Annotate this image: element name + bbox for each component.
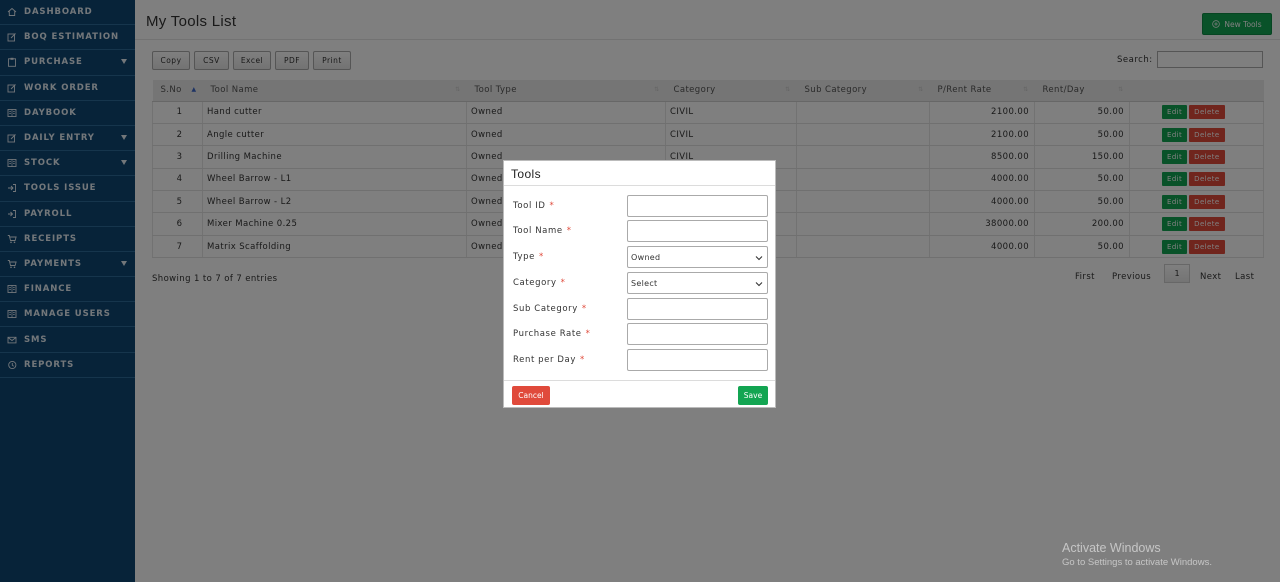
rent-per-day-label: Rent per Day * [513,355,585,365]
required-mark: * [538,252,544,262]
type-select[interactable]: Owned [627,246,768,268]
required-mark: * [566,226,572,236]
activate-windows-watermark: Activate Windows Go to Settings to activ… [1062,541,1212,568]
tool-name-label: Tool Name * [513,226,572,236]
modal-title: Tools [511,167,542,181]
required-mark: * [579,355,585,365]
sub-category-input[interactable] [627,298,768,320]
modal-footer-divider [504,380,775,381]
required-mark: * [549,201,555,211]
rent-per-day-input[interactable] [627,349,768,371]
tool-id-input[interactable] [627,195,768,217]
category-label: Category * [513,278,566,288]
category-selected-value: Select [631,278,658,288]
type-selected-value: Owned [631,252,661,262]
modal-header-divider [504,185,775,186]
required-mark: * [581,304,587,314]
tool-id-label: Tool ID * [513,201,555,211]
purchase-rate-label: Purchase Rate * [513,329,591,339]
sub-category-label: Sub Category * [513,304,587,314]
category-select[interactable]: Select [627,272,768,294]
purchase-rate-input[interactable] [627,323,768,345]
watermark-title: Activate Windows [1062,541,1161,555]
required-mark: * [585,329,591,339]
type-label: Type * [513,252,544,262]
chevron-down-icon [755,282,763,287]
cancel-button[interactable]: Cancel [512,386,550,405]
chevron-down-icon [755,256,763,261]
tools-modal: Tools Tool ID * Tool Name * Type * Owned Ca… [503,160,776,408]
save-button[interactable]: Save [738,386,768,405]
tool-name-input[interactable] [627,220,768,242]
required-mark: * [560,278,566,288]
watermark-subtitle: Go to Settings to activate Windows. [1062,557,1212,568]
